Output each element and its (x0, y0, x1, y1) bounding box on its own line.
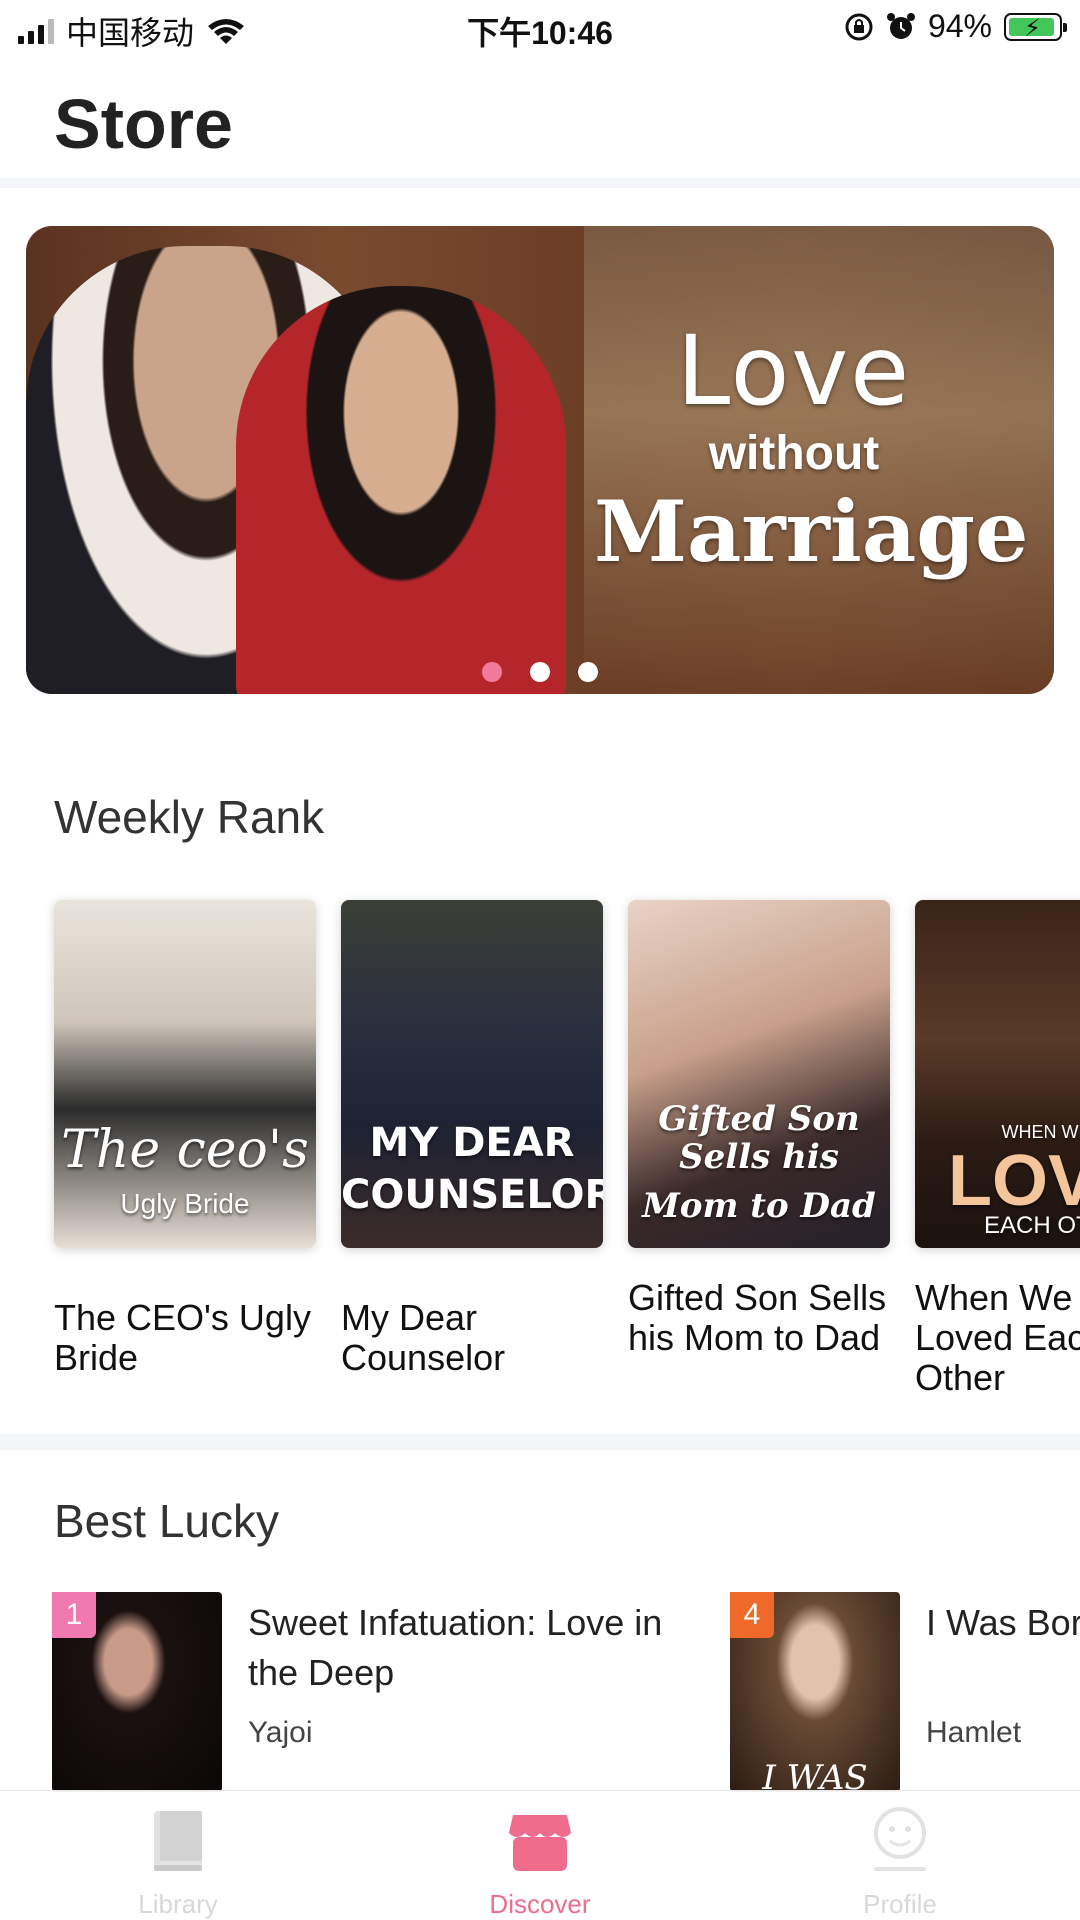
lucky-item[interactable]: 1 Sweet Infatuation: Love in the Deep Ya… (52, 1592, 662, 1792)
carousel-dot[interactable] (482, 662, 502, 682)
banner-title-line3: Marriage (594, 482, 1029, 581)
cover-subtitle: COUNSELOR (341, 1172, 603, 1218)
cover-title: I WAS (762, 1758, 868, 1792)
lucky-title: Sweet Infatuation: Love in the Deep (248, 1602, 663, 1693)
best-lucky-title: Best Lucky (54, 1495, 279, 1547)
tab-bar: Library Discover Profile (0, 1790, 1080, 1920)
banner-image-woman (236, 286, 566, 694)
weekly-rank-list: The ceo's Ugly Bride The CEO's Ugly Brid… (54, 900, 1080, 1420)
battery-percent: 94% (927, 8, 992, 44)
promo-banner[interactable]: Love without Marriage (26, 226, 1054, 694)
weekly-rank-title: Weekly Rank (54, 791, 325, 843)
banner-title-line1: Love (676, 315, 912, 427)
book-card[interactable]: Gifted Son Sells his Mom to Dad Gifted S… (628, 900, 890, 1358)
lucky-item[interactable]: I WAS 4 I Was Born with Silver Spoons Ha… (730, 1592, 1080, 1792)
cover-title: LOVE (947, 1141, 1080, 1221)
status-right: 94% ⚡ (844, 8, 1067, 45)
book-card[interactable]: WHEN WE LOVE EACH OTH When We Loved Each… (915, 900, 1080, 1398)
book-card[interactable]: MY DEAR COUNSELOR My Dear Counselor (341, 900, 603, 1378)
book-cover: WHEN WE LOVE EACH OTH (915, 900, 1080, 1248)
book-title: Gifted Son Sells his Mom to Dad (628, 1277, 887, 1358)
profile-icon (874, 1807, 926, 1871)
banner-text: Love without Marriage (594, 315, 1029, 582)
rotation-lock-icon (845, 13, 873, 40)
status-bar: 中国移动 下午10:46 94% ⚡ (0, 0, 1080, 54)
tab-label: Profile (863, 1889, 937, 1919)
cover-subtitle: EACH OTH (983, 1212, 1080, 1239)
rank-badge: 1 (52, 1592, 96, 1638)
cover-title: MY DEAR (369, 1120, 575, 1166)
cover-title: The ceo's (61, 1120, 309, 1180)
book-cover: MY DEAR COUNSELOR (341, 900, 603, 1248)
tab-label: Library (138, 1889, 218, 1919)
rank-badge: 4 (730, 1592, 774, 1638)
lucky-title: I Was Born with Silver Spoons (926, 1598, 1080, 1648)
alarm-icon (886, 12, 915, 39)
section-divider (0, 1434, 1080, 1450)
cover-subtitle: Ugly Bride (120, 1188, 250, 1219)
lucky-title-text: I Was Born with Silver Spoons (926, 1602, 1080, 1643)
book-card[interactable]: The ceo's Ugly Bride The CEO's Ugly Brid… (54, 900, 316, 1378)
book-title: The CEO's Ugly Bride (54, 1297, 311, 1378)
cover-subtitle: Mom to Dad (642, 1186, 876, 1226)
book-cover: Gifted Son Sells his Mom to Dad (628, 900, 890, 1248)
book-title: When We Loved Each Other (915, 1277, 1080, 1398)
header-divider (0, 178, 1080, 188)
store-screen: 中国移动 下午10:46 94% ⚡ Store Love without Ma… (0, 0, 1080, 1920)
carousel-dot[interactable] (530, 662, 550, 682)
book-icon (154, 1811, 202, 1871)
cover-title: Gifted Son Sells his (658, 1099, 860, 1177)
store-icon (509, 1815, 571, 1871)
book-title: My Dear Counselor (341, 1297, 506, 1378)
lucky-author: Yajoi (248, 1716, 313, 1749)
lucky-author: Hamlet (926, 1716, 1022, 1749)
banner-title-line2: without (708, 427, 880, 480)
page-title: Store (54, 85, 233, 163)
carousel-indicator (26, 662, 1054, 682)
battery-icon: ⚡ (1004, 12, 1067, 42)
book-cover: The ceo's Ugly Bride (54, 900, 316, 1248)
carousel-dot[interactable] (578, 662, 598, 682)
tab-label: Discover (489, 1889, 591, 1919)
